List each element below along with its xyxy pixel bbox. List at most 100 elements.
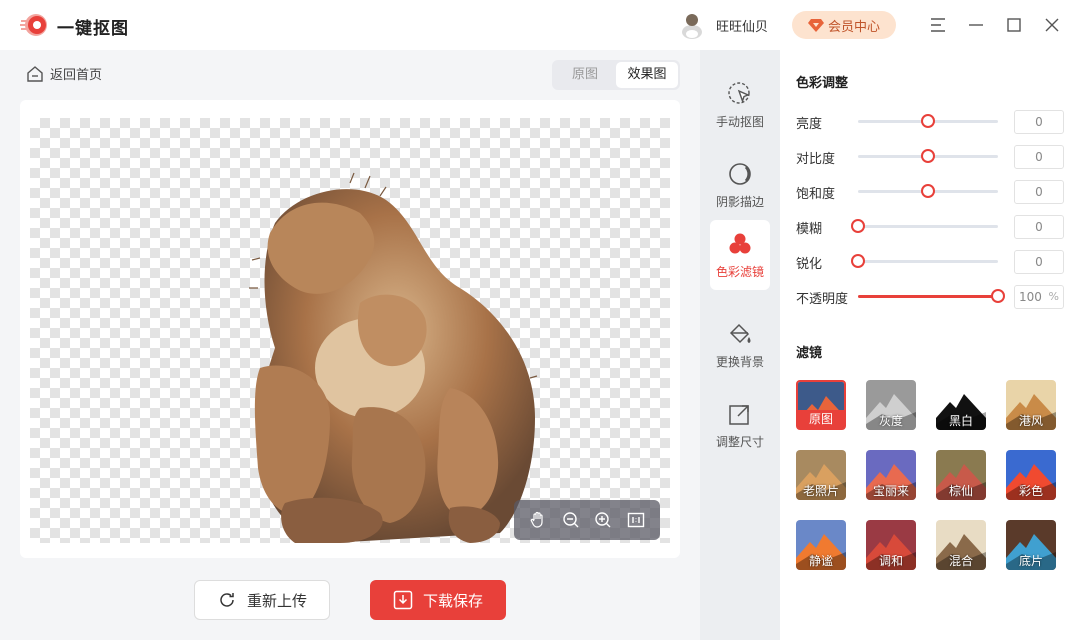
filter-thumb[interactable]: 原图: [796, 380, 846, 430]
hand-icon: [530, 511, 543, 528]
menu-button[interactable]: [928, 15, 948, 35]
filters-title: 滤镜: [796, 346, 823, 361]
filter-thumb[interactable]: 底片: [1006, 520, 1056, 570]
color-filter-icon: [729, 233, 751, 253]
download-save-label: 下载保存: [422, 591, 483, 610]
tool-manual-cutout[interactable]: 手动抠图: [710, 70, 770, 140]
maximize-icon: [1007, 18, 1021, 32]
slider-knob[interactable]: [851, 219, 865, 233]
slider-knob[interactable]: [851, 254, 865, 268]
filter-label: 彩色: [1018, 484, 1043, 498]
cursor-select-icon: [728, 81, 750, 104]
filter-thumb[interactable]: 黑白: [936, 380, 986, 430]
slider-label: 对比度: [796, 152, 836, 167]
maximize-button[interactable]: [1004, 15, 1024, 35]
tool-change-background[interactable]: 更换背景: [710, 310, 770, 380]
tool-shadow-outline[interactable]: 阴影描边: [710, 150, 770, 220]
contrast-slider[interactable]: [858, 149, 998, 163]
pan-button[interactable]: [527, 509, 549, 531]
slider-label: 饱和度: [796, 187, 836, 202]
brightness-value-input[interactable]: 0: [1014, 110, 1064, 134]
tool-label: 阴影描边: [715, 194, 764, 209]
zoom-in-button[interactable]: [592, 509, 614, 531]
shadow-outline-icon: [729, 162, 751, 185]
slider-row-contrast: 对比度 0: [796, 145, 1066, 169]
vip-center-button[interactable]: 会员中心: [792, 11, 896, 39]
download-icon: [393, 590, 413, 610]
slider-knob[interactable]: [921, 149, 935, 163]
saturation-slider[interactable]: [858, 184, 998, 198]
diamond-icon: [807, 19, 824, 32]
tool-column: 手动抠图 阴影描边 色彩滤镜 更换背景 调整尺寸: [700, 50, 780, 640]
zoom-out-button[interactable]: [560, 509, 582, 531]
blur-value-input[interactable]: 0: [1014, 215, 1064, 239]
filter-label: 棕仙: [948, 484, 973, 498]
close-button[interactable]: [1042, 15, 1062, 35]
filter-thumb[interactable]: 老照片: [796, 450, 846, 500]
actual-size-icon: [627, 512, 644, 528]
close-icon: [1045, 18, 1059, 32]
slider-label: 不透明度: [796, 292, 849, 307]
avatar[interactable]: [678, 10, 706, 40]
actual-size-button[interactable]: [625, 509, 647, 531]
tool-resize[interactable]: 调整尺寸: [710, 390, 770, 460]
tool-label: 更换背景: [715, 354, 764, 369]
slider-knob[interactable]: [921, 184, 935, 198]
username[interactable]: 旺旺仙贝: [716, 16, 768, 35]
saturation-value-input[interactable]: 0: [1014, 180, 1064, 204]
filter-label: 原图: [798, 410, 844, 428]
slider-row-saturation: 饱和度 0: [796, 180, 1066, 204]
slider-knob[interactable]: [921, 114, 935, 128]
tool-label: 色彩滤镜: [715, 264, 764, 279]
tool-label: 手动抠图: [715, 114, 764, 129]
reupload-button[interactable]: 重新上传: [194, 580, 330, 620]
slider-knob[interactable]: [991, 289, 1005, 303]
view-toggle: 原图 效果图: [552, 60, 680, 90]
contrast-value-input[interactable]: 0: [1014, 145, 1064, 169]
brightness-slider[interactable]: [858, 114, 998, 128]
slider-label: 亮度: [796, 117, 823, 132]
back-home-label: 返回首页: [50, 68, 103, 83]
paint-bucket-icon: [729, 323, 751, 343]
zoom-out-icon: [563, 512, 579, 528]
tool-color-filter[interactable]: 色彩滤镜: [710, 220, 770, 290]
filter-label: 老照片: [802, 484, 839, 498]
slider-row-sharpen: 锐化 0: [796, 250, 1066, 274]
opacity-value: 100: [1019, 290, 1042, 304]
app-logo-icon: [20, 14, 47, 36]
opacity-value-input[interactable]: 100 %: [1014, 285, 1064, 309]
filter-label: 宝丽来: [872, 484, 909, 498]
tab-effect[interactable]: 效果图: [616, 62, 678, 88]
tool-label: 调整尺寸: [715, 434, 764, 449]
percent-unit: %: [1048, 290, 1059, 303]
color-adjust-title: 色彩调整: [796, 76, 849, 91]
blur-slider[interactable]: [851, 219, 998, 233]
filter-thumb[interactable]: 混合: [936, 520, 986, 570]
filter-thumb[interactable]: 港风: [1006, 380, 1056, 430]
filter-label: 黑白: [948, 414, 973, 428]
opacity-slider[interactable]: [858, 289, 1005, 303]
minimize-button[interactable]: [966, 15, 986, 35]
filter-thumb[interactable]: 宝丽来: [866, 450, 916, 500]
minimize-icon: [969, 24, 983, 26]
download-save-button[interactable]: 下载保存: [370, 580, 506, 620]
filter-thumb[interactable]: 棕仙: [936, 450, 986, 500]
filter-label: 底片: [1018, 554, 1043, 568]
slider-row-opacity: 不透明度 100 %: [796, 285, 1066, 309]
filter-thumb[interactable]: 调和: [866, 520, 916, 570]
filter-thumb[interactable]: 静谧: [796, 520, 846, 570]
image-canvas[interactable]: [30, 118, 670, 543]
sharpen-value-input[interactable]: 0: [1014, 250, 1064, 274]
resize-icon: [729, 404, 749, 425]
filter-label: 灰度: [878, 414, 903, 428]
home-icon: [27, 65, 43, 82]
reupload-label: 重新上传: [246, 591, 307, 610]
vip-center-label: 会员中心: [827, 19, 880, 35]
adjust-panel: 色彩调整 亮度 0 对比度 0 饱和度 0 模糊 0 锐化 0 不透明度 100…: [780, 50, 1080, 640]
filter-thumb[interactable]: 彩色: [1006, 450, 1056, 500]
tab-original[interactable]: 原图: [554, 62, 616, 88]
sharpen-slider[interactable]: [851, 254, 998, 268]
back-home-link[interactable]: 返回首页: [26, 64, 102, 83]
filter-thumb[interactable]: 灰度: [866, 380, 916, 430]
slider-row-brightness: 亮度 0: [796, 110, 1066, 134]
